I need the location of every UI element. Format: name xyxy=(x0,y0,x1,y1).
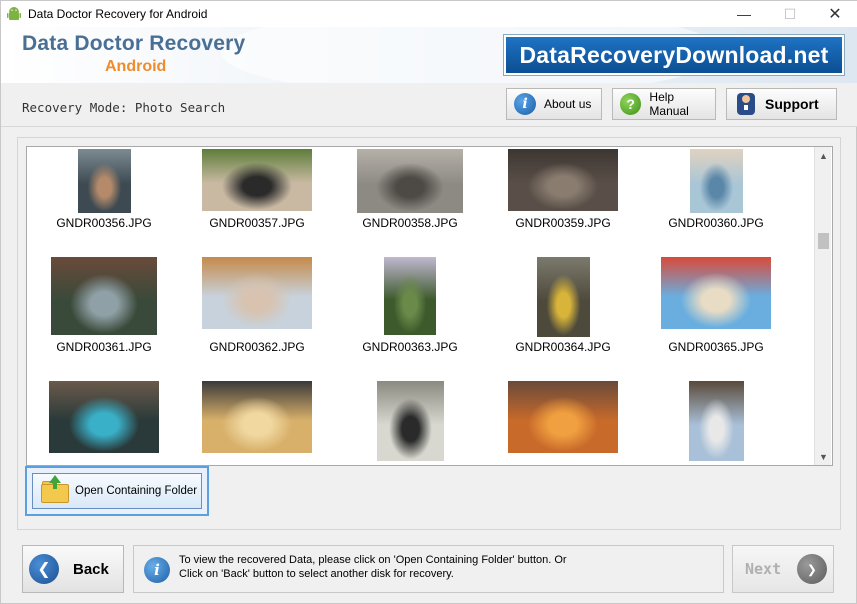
header-banner: Data Doctor Recovery Android DataRecover… xyxy=(1,27,857,83)
arrow-right-icon: ❯ xyxy=(797,554,827,584)
open-containing-folder-focus: Open Containing Folder xyxy=(25,466,209,516)
next-button[interactable]: Next ❯ xyxy=(732,545,834,593)
photo-thumbnail[interactable] xyxy=(77,149,131,213)
next-label: Next xyxy=(745,560,782,578)
photo-filename: GNDR00361.JPG xyxy=(56,340,152,354)
photo-thumbnail[interactable] xyxy=(357,149,463,213)
mode-row: Recovery Mode: Photo Search i About us ?… xyxy=(1,83,857,127)
photo-thumbnail[interactable] xyxy=(536,257,590,337)
photo-filename: GNDR00359.JPG xyxy=(515,216,611,230)
site-banner-link[interactable]: DataRecoveryDownload.net xyxy=(504,35,844,75)
info-icon: i xyxy=(514,93,536,115)
photo-thumbnail[interactable] xyxy=(661,257,771,329)
photo-filename: GNDR00360.JPG xyxy=(668,216,764,230)
info-message: To view the recovered Data, please click… xyxy=(179,553,719,581)
photo-thumbnail[interactable] xyxy=(508,149,618,211)
info-line-1: To view the recovered Data, please click… xyxy=(179,554,567,566)
title-bar: Data Doctor Recovery for Android — ☐ ✕ xyxy=(1,1,857,27)
app-window: Data Doctor Recovery for Android — ☐ ✕ D… xyxy=(0,0,857,604)
photo-filename: GNDR00365.JPG xyxy=(668,340,764,354)
photo-thumbnail[interactable] xyxy=(688,381,744,461)
photo-filename: GNDR00364.JPG xyxy=(515,340,611,354)
minimize-button[interactable]: — xyxy=(721,1,767,27)
photo-gallery[interactable]: GNDR00356.JPG GNDR00357.JPG GNDR00358.JPG G… xyxy=(26,146,833,466)
photo-thumbnail[interactable] xyxy=(202,381,312,453)
back-button[interactable]: ❮ Back xyxy=(22,545,124,593)
photo-thumbnail[interactable] xyxy=(202,257,312,329)
window-title: Data Doctor Recovery for Android xyxy=(28,7,208,21)
photo-filename: GNDR00358.JPG xyxy=(362,216,458,230)
support-button[interactable]: Support xyxy=(726,88,837,120)
photo-filename: GNDR00363.JPG xyxy=(362,340,458,354)
back-label: Back xyxy=(73,560,109,578)
arrow-left-icon: ❮ xyxy=(29,554,59,584)
close-button[interactable]: ✕ xyxy=(812,1,857,27)
photo-filename: GNDR00356.JPG xyxy=(56,216,152,230)
photo-thumbnail[interactable] xyxy=(49,381,159,453)
photo-thumbnail[interactable] xyxy=(376,381,444,461)
scroll-down-icon[interactable]: ▼ xyxy=(815,448,832,465)
photo-thumbnail[interactable] xyxy=(202,149,312,211)
gallery-scrollbar[interactable]: ▲ ▼ xyxy=(814,147,831,465)
photo-filename: GNDR00362.JPG xyxy=(209,340,305,354)
brand-title: Data Doctor Recovery xyxy=(22,32,246,55)
bottom-bar: ❮ Back i To view the recovered Data, ple… xyxy=(1,536,857,604)
info-line-2: Click on 'Back' button to select another… xyxy=(179,568,454,580)
photo-thumbnail[interactable] xyxy=(689,149,743,213)
help-manual-button[interactable]: ? Help Manual xyxy=(612,88,716,120)
scroll-thumb[interactable] xyxy=(818,233,829,249)
photo-thumbnail[interactable] xyxy=(51,257,157,335)
recovery-mode-label: Recovery Mode: Photo Search xyxy=(22,100,226,115)
open-containing-folder-label: Open Containing Folder xyxy=(75,485,198,497)
photo-filename: GNDR00357.JPG xyxy=(209,216,305,230)
photo-thumbnail[interactable] xyxy=(508,381,618,453)
folder-up-icon xyxy=(41,475,69,503)
help-manual-label: Help Manual xyxy=(649,90,689,118)
photo-thumbnail[interactable] xyxy=(384,257,436,335)
scroll-up-icon[interactable]: ▲ xyxy=(815,147,832,164)
info-message-box: i To view the recovered Data, please cli… xyxy=(133,545,724,593)
about-us-label: About us xyxy=(544,97,592,111)
open-containing-folder-button[interactable]: Open Containing Folder xyxy=(32,473,202,509)
about-us-button[interactable]: i About us xyxy=(506,88,602,120)
android-app-icon xyxy=(7,7,21,20)
question-icon: ? xyxy=(620,93,642,115)
info-icon: i xyxy=(144,557,170,583)
maximize-button[interactable]: ☐ xyxy=(767,1,813,27)
support-label: Support xyxy=(765,96,819,112)
brand-subtitle: Android xyxy=(105,58,167,75)
support-person-icon xyxy=(737,93,755,115)
